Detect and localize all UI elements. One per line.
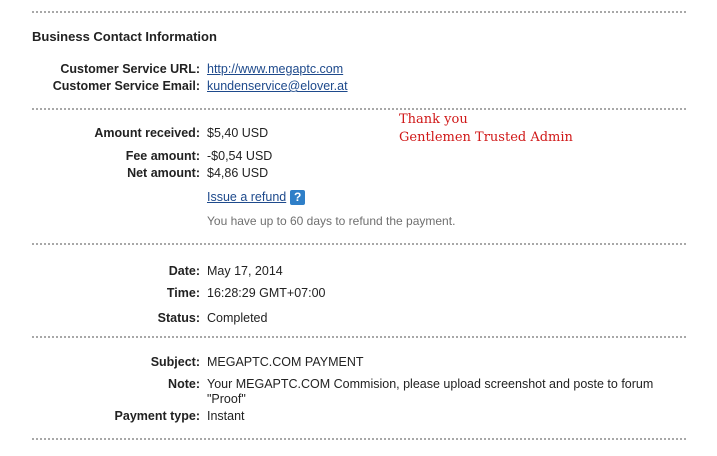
divider-amounts <box>32 243 686 245</box>
issue-refund-link[interactable]: Issue a refund <box>207 190 286 204</box>
net-amount-label: Net amount: <box>127 166 200 180</box>
note-label: Note: <box>168 377 200 391</box>
divider-details <box>32 336 686 338</box>
fee-amount-value: -$0,54 USD <box>207 149 273 163</box>
subject-label: Subject: <box>150 355 200 369</box>
amount-received-label: Amount received: <box>94 126 200 140</box>
payment-type-value: Instant <box>207 409 245 423</box>
help-icon[interactable]: ? <box>290 190 306 206</box>
subject-value: MEGAPTC.COM PAYMENT <box>207 355 364 369</box>
service-email-link[interactable]: kundenservice@elover.at <box>207 79 348 93</box>
status-value: Completed <box>207 311 268 325</box>
trusted-admin-note: Gentlemen Trusted Admin <box>399 130 573 145</box>
service-url-link[interactable]: http://www.megaptc.com <box>207 62 343 76</box>
time-label: Time: <box>166 286 200 300</box>
refund-row: Issue a refund? <box>207 190 306 206</box>
note-value: Your MEGAPTC.COM Commision, please uploa… <box>207 377 654 406</box>
service-url-label: Customer Service URL: <box>60 62 200 76</box>
time-value: 16:28:29 GMT+07:00 <box>207 286 326 300</box>
payment-type-label: Payment type: <box>114 409 200 423</box>
business-contact-title: Business Contact Information <box>32 29 217 44</box>
thank-you-note: Thank you <box>399 112 468 127</box>
amount-received-value: $5,40 USD <box>207 126 269 140</box>
refund-hint: You have up to 60 days to refund the pay… <box>207 214 456 228</box>
service-email-label: Customer Service Email: <box>52 79 200 93</box>
status-label: Status: <box>157 311 200 325</box>
net-amount-value: $4,86 USD <box>207 166 269 180</box>
date-label: Date: <box>168 264 200 278</box>
date-value: May 17, 2014 <box>207 264 283 278</box>
divider-bottom <box>32 438 686 440</box>
divider-business <box>32 108 686 110</box>
fee-amount-label: Fee amount: <box>125 149 200 163</box>
divider-top <box>32 11 686 13</box>
